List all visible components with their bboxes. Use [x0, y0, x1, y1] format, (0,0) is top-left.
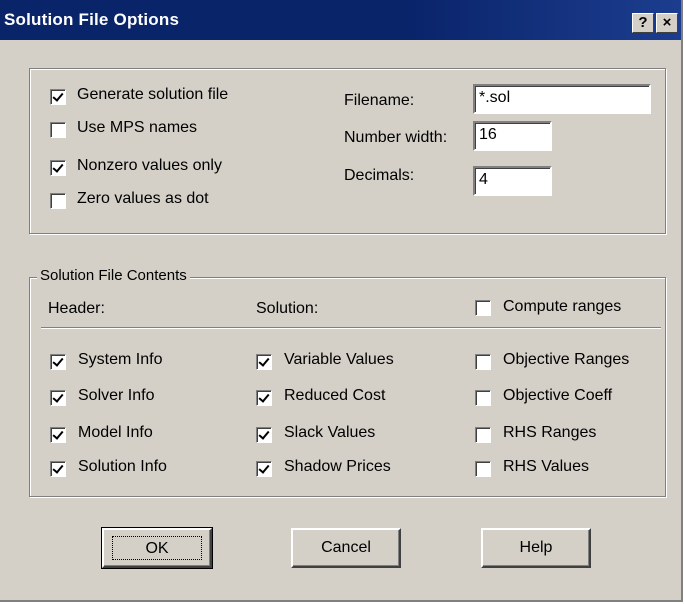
system-info-checkbox[interactable] — [50, 354, 66, 370]
header-column-label: Header: — [48, 300, 105, 317]
zero-values-as-dot-checkbox[interactable] — [50, 193, 66, 209]
solution-info-label: Solution Info — [78, 458, 167, 475]
rhs-ranges-checkbox[interactable] — [475, 427, 491, 443]
close-icon[interactable]: × — [656, 13, 678, 33]
contents-separator — [41, 327, 661, 329]
help-button[interactable]: Help — [481, 528, 591, 568]
generate-solution-file-checkbox[interactable] — [50, 89, 66, 105]
reduced-cost-label: Reduced Cost — [284, 387, 386, 404]
solver-info-label: Solver Info — [78, 387, 155, 404]
shadow-prices-checkbox[interactable] — [256, 461, 272, 477]
use-mps-names-label: Use MPS names — [77, 119, 198, 136]
nonzero-values-only-label: Nonzero values only — [77, 157, 222, 174]
compute-ranges-label: Compute ranges — [503, 298, 622, 315]
solution-file-contents-legend: Solution File Contents — [37, 267, 190, 284]
help-icon[interactable]: ? — [632, 13, 654, 33]
slack-values-checkbox[interactable] — [256, 427, 272, 443]
reduced-cost-checkbox[interactable] — [256, 390, 272, 406]
zero-values-as-dot-label: Zero values as dot — [77, 190, 209, 207]
title-bar: Solution File Options ? × — [0, 0, 681, 40]
objective-ranges-checkbox[interactable] — [475, 354, 491, 370]
objective-coeff-label: Objective Coeff — [503, 387, 613, 404]
ok-button-label: OK — [112, 536, 202, 560]
decimals-field[interactable]: 4 — [473, 166, 552, 196]
number-width-field[interactable]: 16 — [473, 121, 552, 151]
rhs-ranges-label: RHS Ranges — [503, 424, 597, 441]
slack-values-label: Slack Values — [284, 424, 376, 441]
system-info-label: System Info — [78, 351, 163, 368]
variable-values-label: Variable Values — [284, 351, 394, 368]
objective-ranges-label: Objective Ranges — [503, 351, 630, 368]
rhs-values-checkbox[interactable] — [475, 461, 491, 477]
window-title: Solution File Options — [4, 10, 180, 29]
solution-info-checkbox[interactable] — [50, 461, 66, 477]
model-info-checkbox[interactable] — [50, 427, 66, 443]
solver-info-checkbox[interactable] — [50, 390, 66, 406]
ok-button[interactable]: OK — [101, 527, 213, 569]
nonzero-values-only-checkbox[interactable] — [50, 160, 66, 176]
objective-coeff-checkbox[interactable] — [475, 390, 491, 406]
number-width-label: Number width: — [344, 129, 448, 146]
variable-values-checkbox[interactable] — [256, 354, 272, 370]
use-mps-names-checkbox[interactable] — [50, 122, 66, 138]
filename-label: Filename: — [344, 92, 415, 109]
cancel-button[interactable]: Cancel — [291, 528, 401, 568]
rhs-values-label: RHS Values — [503, 458, 589, 475]
solution-column-label: Solution: — [256, 300, 319, 317]
filename-field[interactable]: *.sol — [473, 84, 651, 114]
model-info-label: Model Info — [78, 424, 153, 441]
generate-solution-file-label: Generate solution file — [77, 86, 229, 103]
shadow-prices-label: Shadow Prices — [284, 458, 391, 475]
decimals-label: Decimals: — [344, 167, 415, 184]
compute-ranges-checkbox[interactable] — [475, 300, 491, 316]
solution-file-options-dialog: Solution File Options ? × Generate solut… — [0, 0, 683, 602]
